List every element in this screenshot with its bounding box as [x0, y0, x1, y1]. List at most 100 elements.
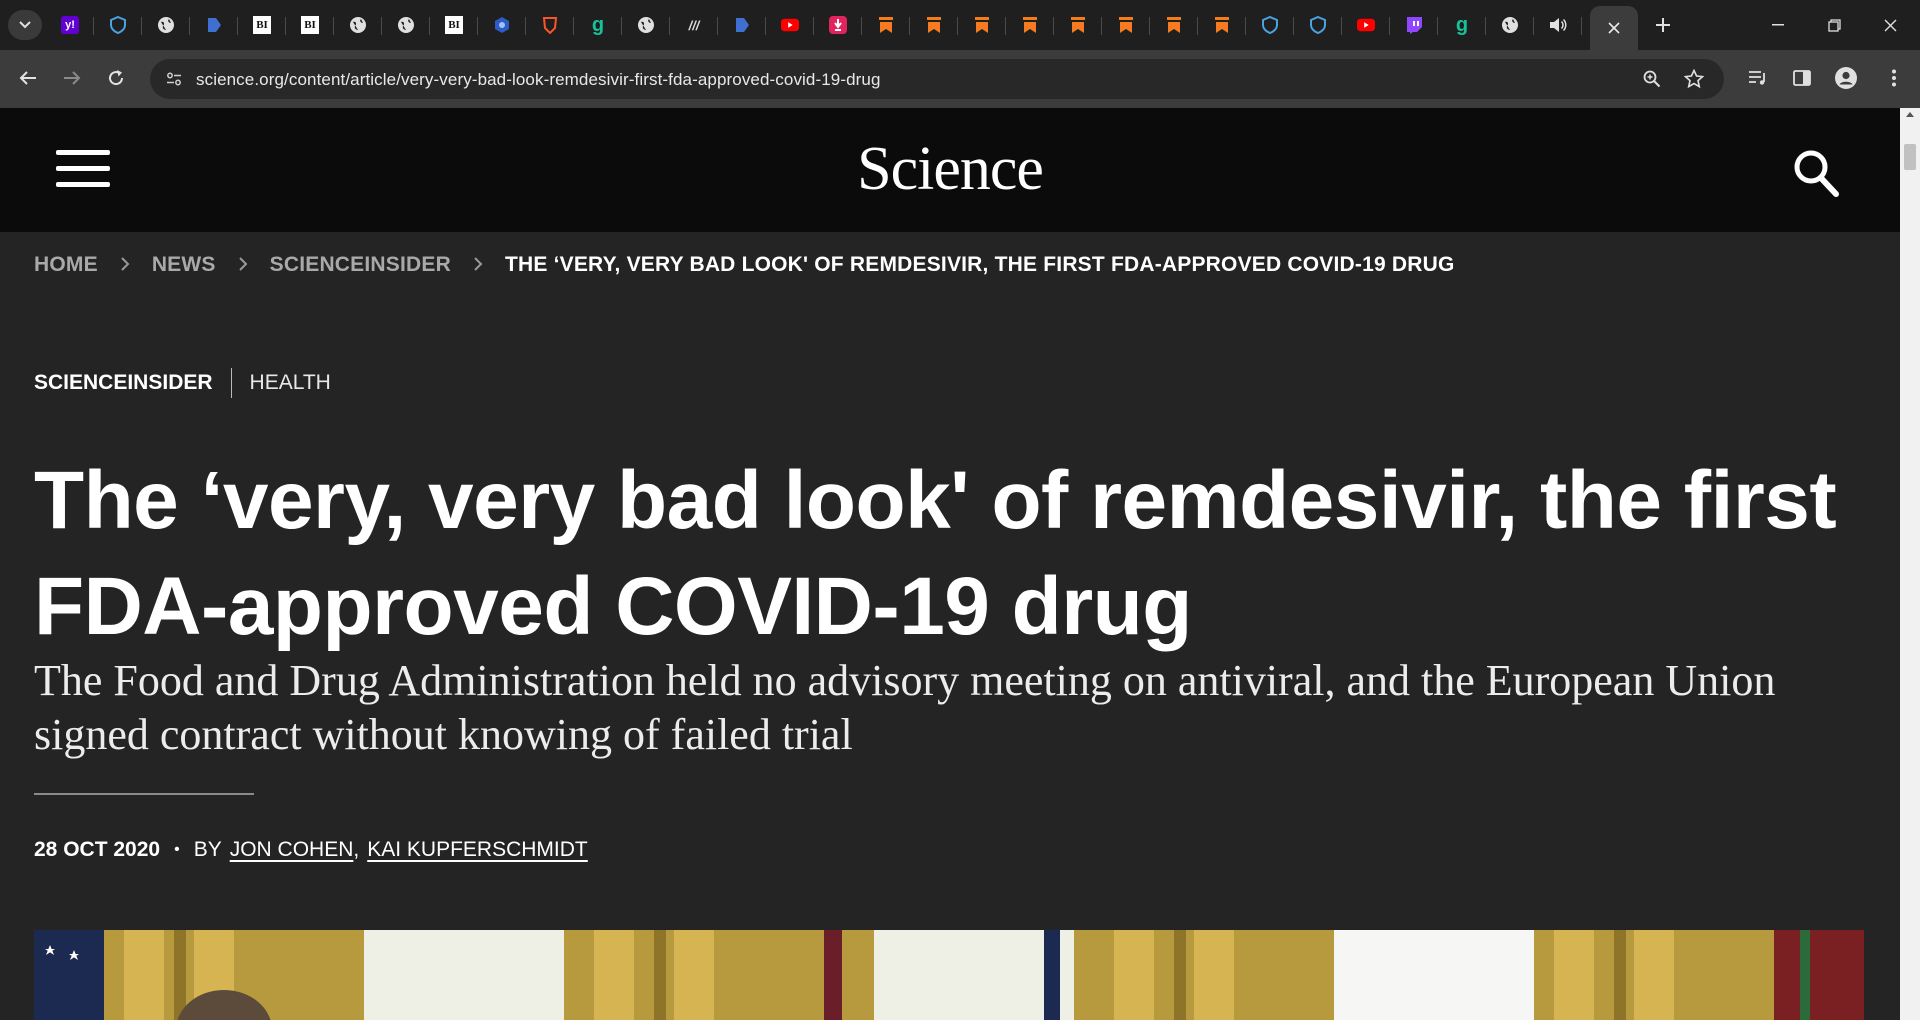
hero-photo	[34, 930, 1864, 1020]
browser-tab[interactable]	[142, 6, 190, 44]
browser-tab[interactable]	[1102, 6, 1150, 44]
youtube-icon	[1357, 16, 1375, 34]
browser-tab[interactable]	[622, 6, 670, 44]
science-logo[interactable]: Science	[0, 134, 1900, 205]
browser-tab[interactable]: g	[1438, 6, 1486, 44]
bookmark-orange-icon	[973, 16, 991, 34]
browser-tab[interactable]: BI	[238, 6, 286, 44]
bookmark-orange-icon	[1117, 16, 1135, 34]
reload-icon	[109, 70, 124, 86]
kicker-topic-link[interactable]: HEALTH	[250, 371, 331, 395]
twitch-icon	[1405, 16, 1423, 34]
close-tab-icon[interactable]	[1608, 22, 1620, 34]
author-separator: ,	[353, 838, 360, 861]
youtube-icon	[781, 16, 799, 34]
arrow-tab-icon	[733, 16, 751, 34]
title-rule-divider	[34, 793, 254, 795]
browser-tab[interactable]	[766, 6, 814, 44]
breadcrumb-news[interactable]: NEWS	[152, 253, 216, 277]
browser-tab[interactable]	[814, 6, 862, 44]
new-tab-button[interactable]	[1648, 10, 1678, 40]
browser-tab[interactable]	[1534, 6, 1582, 44]
globe-icon	[157, 16, 175, 34]
tab-strip: y! BI BI BI g /// g	[0, 0, 1920, 50]
bookmark-orange-icon	[1213, 16, 1231, 34]
url-text[interactable]: science.org/content/article/very-very-ba…	[196, 70, 881, 90]
browser-tab[interactable]	[1390, 6, 1438, 44]
globe-icon	[1501, 16, 1519, 34]
browser-tab[interactable]: g	[574, 6, 622, 44]
restore-icon	[1827, 18, 1841, 32]
browser-tab[interactable]: BI	[286, 6, 334, 44]
browser-tab[interactable]	[958, 6, 1006, 44]
side-panel-icon[interactable]	[1788, 64, 1816, 92]
publish-date: 28 OCT 2020	[34, 838, 161, 861]
browser-tab[interactable]	[526, 6, 574, 44]
globe-icon	[349, 16, 367, 34]
browser-tab[interactable]	[94, 6, 142, 44]
hexagon-icon	[493, 16, 511, 34]
author-link[interactable]: KAI KUPFERSCHMIDT	[367, 838, 588, 862]
shield-icon	[109, 16, 127, 34]
browser-tab[interactable]: ///	[670, 6, 718, 44]
arrow-right-icon	[64, 71, 81, 85]
site-info-icon[interactable]	[164, 69, 184, 89]
browser-tab[interactable]	[862, 6, 910, 44]
breadcrumb: HOME NEWS SCIENCEINSIDER THE ‘VERY, VERY…	[34, 252, 1455, 278]
chevron-right-icon	[120, 252, 130, 278]
author-link[interactable]: JON COHEN	[230, 838, 354, 862]
browser-tab[interactable]	[1342, 6, 1390, 44]
article-hero-image	[34, 930, 1864, 1020]
back-button[interactable]	[12, 62, 44, 94]
browser-tab[interactable]	[1150, 6, 1198, 44]
scroll-up-arrow-icon[interactable]	[1906, 112, 1914, 117]
menu-kebab-icon[interactable]	[1880, 64, 1908, 92]
browser-tab[interactable]: BI	[430, 6, 478, 44]
breadcrumb-section[interactable]: SCIENCEINSIDER	[270, 253, 451, 277]
globe-icon	[637, 16, 655, 34]
profile-avatar-icon[interactable]	[1832, 64, 1860, 92]
bookmark-star-icon[interactable]	[1682, 67, 1706, 91]
media-control-icon[interactable]	[1744, 64, 1772, 92]
reload-button[interactable]	[100, 62, 132, 94]
tab-separator	[1581, 17, 1582, 35]
address-bar[interactable]: science.org/content/article/very-very-ba…	[150, 59, 1724, 99]
shield-icon	[1261, 16, 1279, 34]
close-window-button[interactable]	[1862, 0, 1918, 50]
page-scrollbar[interactable]	[1900, 108, 1920, 1020]
browser-tab[interactable]	[382, 6, 430, 44]
article-title: The ‘very, very bad look' of remdesivir,…	[34, 455, 1837, 652]
active-browser-tab[interactable]	[1590, 6, 1638, 50]
minimize-button[interactable]	[1750, 0, 1806, 50]
arrow-tab-icon	[205, 16, 223, 34]
red-badge-icon	[829, 16, 847, 34]
browser-tab[interactable]	[478, 6, 526, 44]
browser-tab[interactable]	[1006, 6, 1054, 44]
browser-tab[interactable]	[910, 6, 958, 44]
bookmark-orange-icon	[1021, 16, 1039, 34]
close-icon	[1884, 19, 1896, 31]
breadcrumb-current: THE ‘VERY, VERY BAD LOOK' OF REMDESIVIR,…	[504, 253, 1455, 276]
shield-icon	[1309, 16, 1327, 34]
chevron-down-icon	[19, 21, 31, 29]
search-icon[interactable]	[1792, 148, 1840, 198]
kicker-section-link[interactable]: SCIENCEINSIDER	[34, 371, 213, 395]
browser-tab[interactable]	[718, 6, 766, 44]
browser-tab[interactable]: y!	[46, 6, 94, 44]
scrollbar-thumb[interactable]	[1904, 144, 1916, 170]
browser-toolbar: science.org/content/article/very-very-ba…	[0, 50, 1920, 108]
browser-tab[interactable]	[1054, 6, 1102, 44]
forward-button[interactable]	[56, 62, 88, 94]
restore-button[interactable]	[1806, 0, 1862, 50]
bookmark-orange-icon	[877, 16, 895, 34]
browser-tab[interactable]	[334, 6, 382, 44]
browser-tab[interactable]	[1246, 6, 1294, 44]
tab-search-button[interactable]	[8, 10, 42, 40]
browser-tab[interactable]	[1198, 6, 1246, 44]
zoom-icon[interactable]	[1640, 67, 1664, 91]
byline-dot-separator: •	[174, 841, 180, 858]
browser-tab[interactable]	[1294, 6, 1342, 44]
browser-tab[interactable]	[190, 6, 238, 44]
breadcrumb-home[interactable]: HOME	[34, 253, 98, 277]
browser-tab[interactable]	[1486, 6, 1534, 44]
